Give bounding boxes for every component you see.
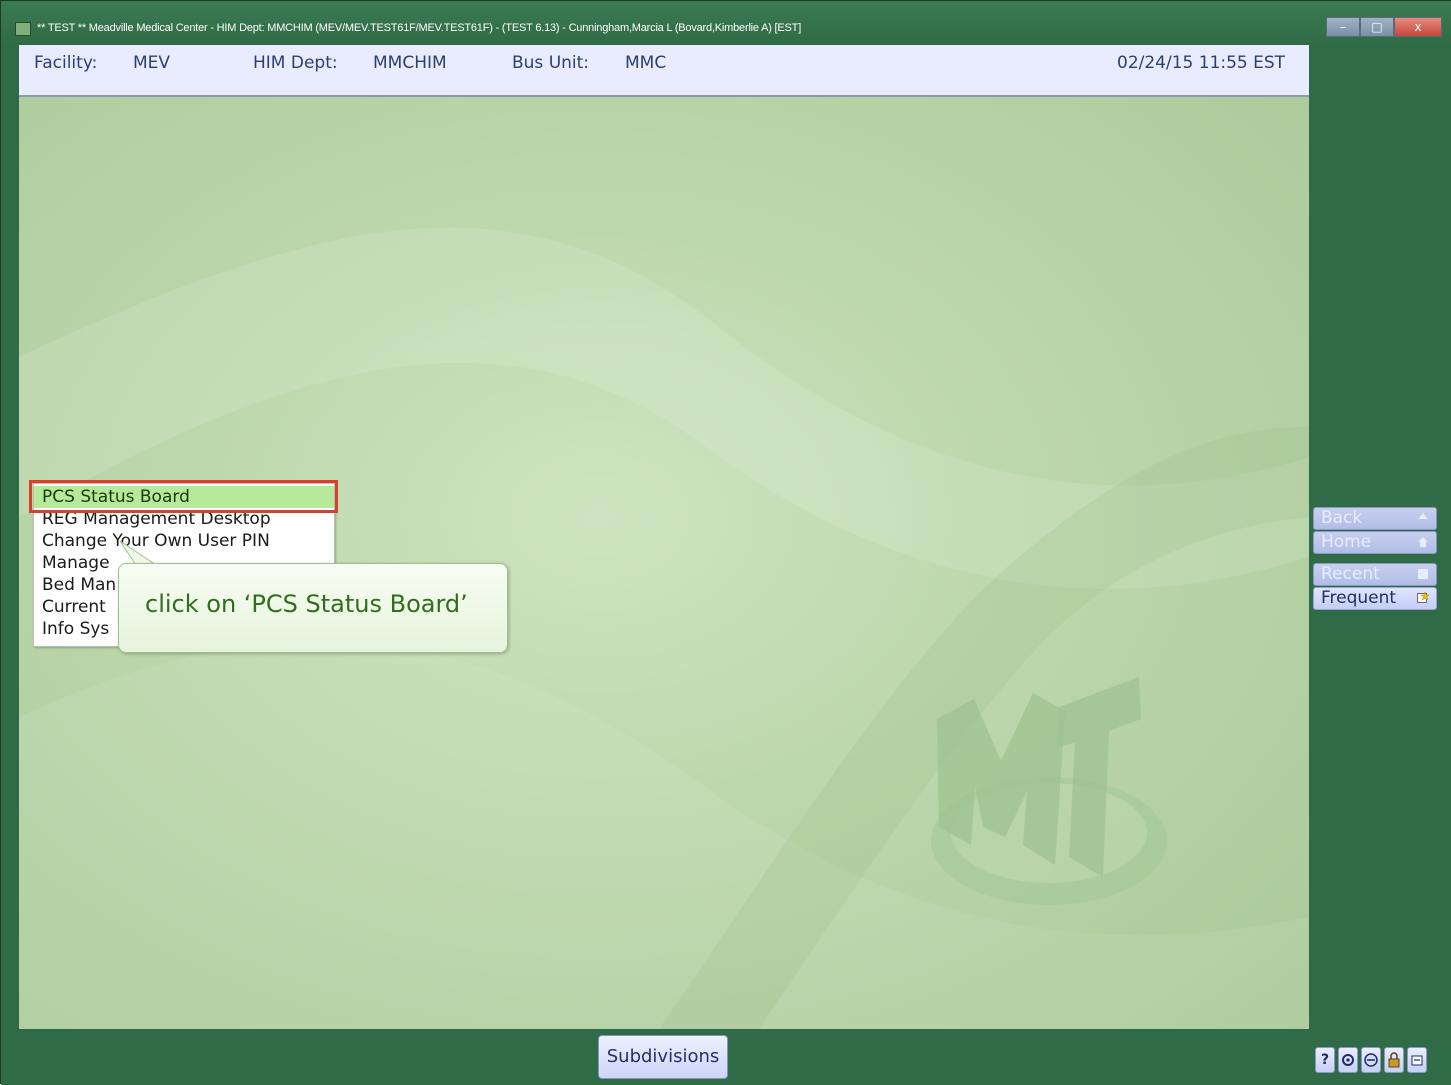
facility-value: MEV bbox=[133, 53, 171, 73]
menu-item-change-user-pin[interactable]: Change Your Own User PIN bbox=[34, 530, 334, 552]
settings-icon[interactable] bbox=[1338, 1047, 1358, 1073]
back-label: Back bbox=[1321, 508, 1363, 528]
app-icon bbox=[15, 22, 31, 36]
callout-text: click on ‘PCS Status Board’ bbox=[145, 590, 468, 618]
back-button[interactable]: Back bbox=[1313, 507, 1437, 530]
app-window: ** TEST ** Meadville Medical Center - HI… bbox=[0, 0, 1451, 1085]
context-header: Facility: MEV HIM Dept: MMCHIM Bus Unit:… bbox=[19, 45, 1309, 97]
home-button[interactable]: Home bbox=[1313, 531, 1437, 554]
frequent-label: Frequent bbox=[1321, 588, 1397, 608]
bus-unit-label: Bus Unit: bbox=[512, 53, 590, 73]
facility-label: Facility: bbox=[34, 53, 98, 73]
print-icon[interactable] bbox=[1361, 1047, 1381, 1073]
window-title: ** TEST ** Meadville Medical Center - HI… bbox=[37, 22, 802, 34]
tool-tray: ? bbox=[1315, 1047, 1427, 1073]
nav-sidebar: Back Home Recent Frequent bbox=[1309, 45, 1451, 1029]
subdivisions-button[interactable]: Subdivisions bbox=[598, 1035, 728, 1079]
datetime: 02/24/15 11:55 EST bbox=[1117, 53, 1286, 73]
main-content: PCS Status Board REG Management Desktop … bbox=[19, 97, 1309, 1029]
exit-icon[interactable] bbox=[1407, 1047, 1427, 1073]
help-icon[interactable]: ? bbox=[1315, 1047, 1335, 1073]
window-controls: – □ x bbox=[1326, 17, 1442, 37]
recent-button[interactable]: Recent bbox=[1313, 563, 1437, 586]
lock-icon[interactable] bbox=[1384, 1047, 1404, 1073]
frequent-star-icon bbox=[1417, 592, 1429, 603]
back-arrow-icon bbox=[1418, 513, 1428, 519]
home-icon bbox=[1418, 537, 1428, 547]
dept-label: HIM Dept: bbox=[253, 53, 338, 73]
minimize-button[interactable]: – bbox=[1326, 17, 1360, 37]
home-label: Home bbox=[1321, 532, 1372, 552]
bus-unit-value: MMC bbox=[625, 53, 667, 73]
frequent-button[interactable]: Frequent bbox=[1313, 587, 1437, 610]
title-bar: ** TEST ** Meadville Medical Center - HI… bbox=[1, 1, 1451, 45]
dept-value: MMCHIM bbox=[373, 53, 447, 73]
close-button[interactable]: x bbox=[1394, 17, 1442, 37]
focus-highlight-box bbox=[29, 480, 338, 513]
recent-list-icon bbox=[1418, 569, 1428, 579]
recent-label: Recent bbox=[1321, 564, 1380, 584]
instruction-callout: click on ‘PCS Status Board’ bbox=[118, 563, 508, 653]
maximize-button[interactable]: □ bbox=[1360, 17, 1394, 37]
